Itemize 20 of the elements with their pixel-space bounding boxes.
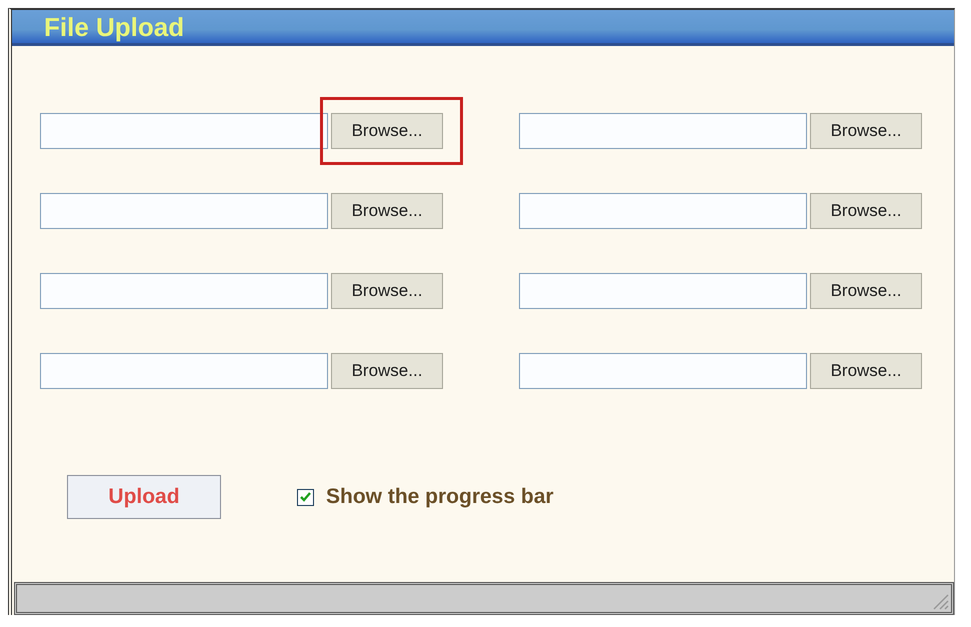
window-title: File Upload [44, 14, 184, 40]
file-path-field[interactable] [40, 113, 328, 149]
file-path-field[interactable] [40, 193, 328, 229]
file-path-field[interactable] [40, 273, 328, 309]
file-path-field[interactable] [519, 353, 807, 389]
checkbox[interactable] [297, 488, 314, 506]
file-path-field[interactable] [519, 193, 807, 229]
browse-button[interactable]: Browse... [810, 113, 922, 149]
browse-button[interactable]: Browse... [331, 113, 443, 149]
browse-button[interactable]: Browse... [331, 193, 443, 229]
browse-button[interactable]: Browse... [810, 353, 922, 389]
browse-button[interactable]: Browse... [810, 273, 922, 309]
browse-button[interactable]: Browse... [810, 193, 922, 229]
file-path-field[interactable] [40, 353, 328, 389]
upload-button[interactable]: Upload [67, 475, 221, 519]
browse-button[interactable]: Browse... [331, 273, 443, 309]
checkbox-label: Show the progress bar [326, 485, 554, 509]
file-path-field[interactable] [519, 273, 807, 309]
browse-button[interactable]: Browse... [331, 353, 443, 389]
file-path-field[interactable] [519, 113, 807, 149]
